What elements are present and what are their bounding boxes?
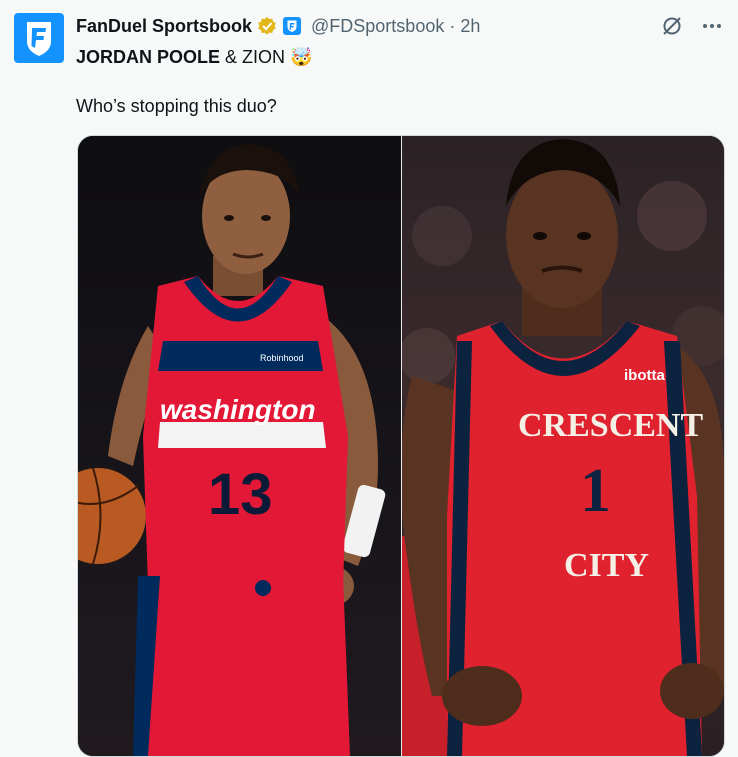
headline-rest: & ZION	[220, 47, 291, 67]
headline-bold: JORDAN POOLE	[76, 47, 221, 67]
grok-icon[interactable]	[660, 14, 684, 38]
right-sponsor: ibotta	[624, 367, 665, 384]
tweet-actions	[660, 14, 724, 38]
author-name[interactable]: FanDuel Sportsbook	[76, 16, 252, 37]
fanduel-shield-logo	[27, 22, 51, 56]
author-handle[interactable]: @FDSportsbook	[311, 16, 444, 37]
tweet-timestamp[interactable]: 2h	[460, 16, 480, 37]
tweet-headline: JORDAN POOLE & ZION 🤯	[76, 44, 312, 70]
tweet-media[interactable]: washington 13 Robinhood CRESCENT 1 CITY …	[77, 135, 725, 757]
tweet-header: FanDuel Sportsbook @FDSportsbook · 2h	[76, 13, 480, 39]
right-jersey-text-1: CRESCENT	[518, 407, 703, 444]
right-jersey-number: 1	[580, 457, 611, 525]
fanduel-affiliate-badge-icon[interactable]	[282, 16, 302, 36]
separator-dot: ·	[449, 15, 456, 36]
left-jersey-text: washington	[160, 394, 316, 425]
photo-jordan-poole[interactable]: washington 13 Robinhood	[78, 136, 401, 756]
tweet-body: Who’s stopping this duo?	[76, 96, 277, 116]
verified-gold-check-icon[interactable]	[257, 16, 277, 36]
headline-emoji: 🤯	[290, 47, 313, 67]
more-dots-icon[interactable]	[700, 14, 724, 38]
right-jersey-text-2: CITY	[564, 547, 649, 584]
left-sponsor: Robinhood	[260, 353, 304, 363]
left-jersey-number: 13	[208, 462, 273, 527]
author-avatar[interactable]	[14, 13, 64, 63]
photo-zion-williamson[interactable]: CRESCENT 1 CITY ibotta	[402, 136, 724, 756]
